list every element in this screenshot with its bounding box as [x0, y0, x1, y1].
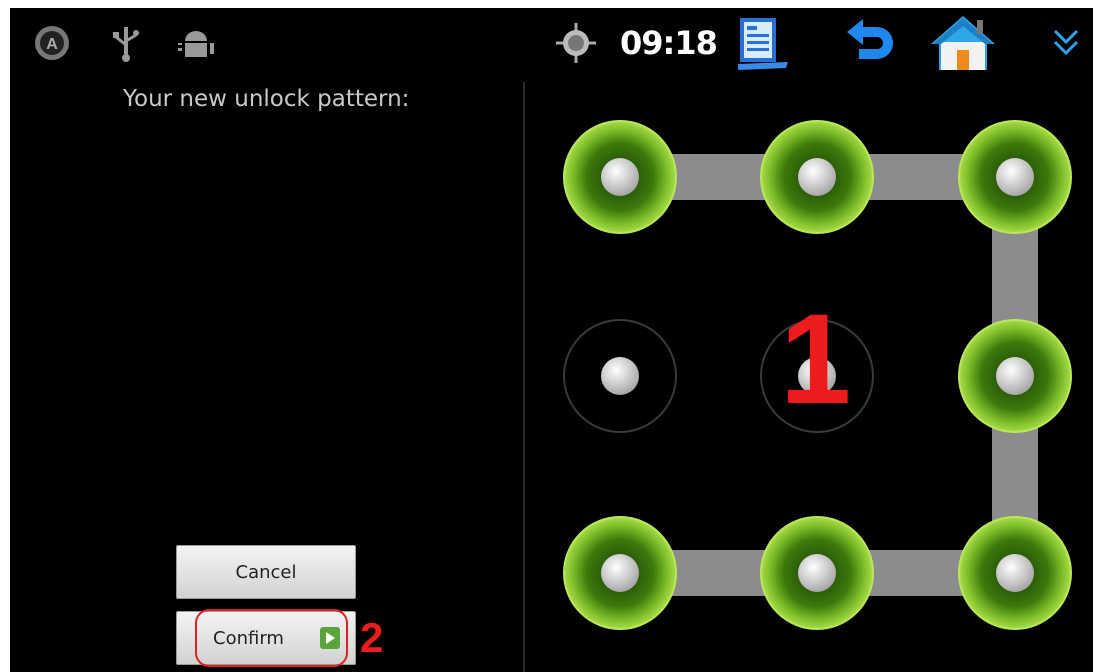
device-screen: A 09:18 Your new unlock pattern: Cancel …	[10, 8, 1093, 672]
pattern-dot-middle-left[interactable]	[563, 319, 677, 433]
pattern-dot-bottom-center[interactable]	[760, 516, 874, 630]
unlock-pattern-grid[interactable]	[10, 8, 1093, 672]
pattern-dot-top-right[interactable]	[958, 120, 1072, 234]
pattern-dot-top-center[interactable]	[760, 120, 874, 234]
annotation-step-1: 1	[780, 288, 852, 431]
pattern-dot-bottom-left[interactable]	[563, 516, 677, 630]
pattern-dot-middle-right[interactable]	[958, 319, 1072, 433]
pattern-dot-bottom-right[interactable]	[958, 516, 1072, 630]
pattern-dot-top-left[interactable]	[563, 120, 677, 234]
